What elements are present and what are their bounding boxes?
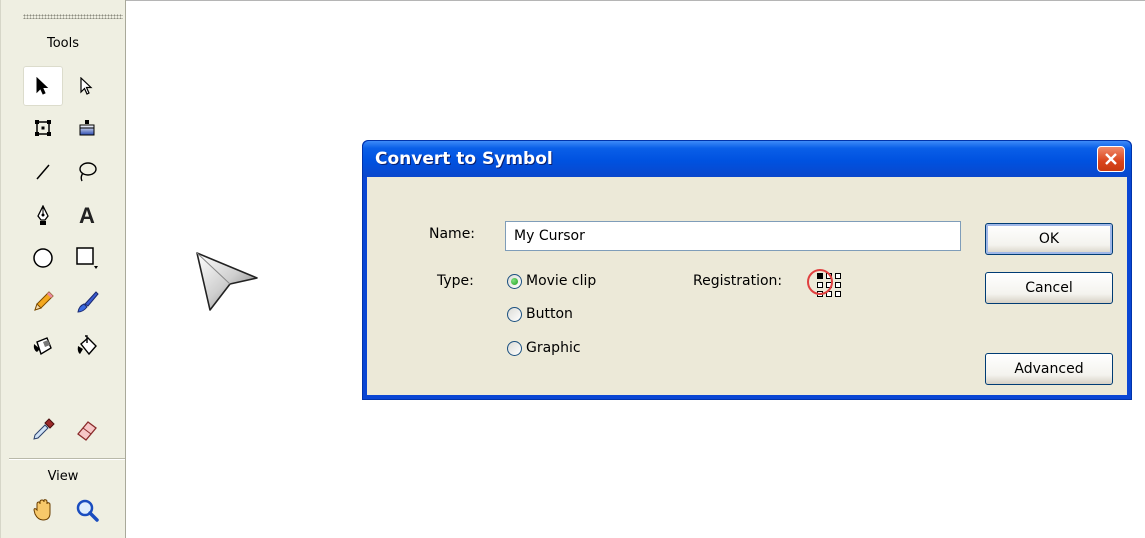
line-icon: [36, 164, 50, 180]
free-transform-tool-button[interactable]: [23, 108, 63, 148]
pencil-tool-button[interactable]: [23, 282, 63, 322]
convert-to-symbol-dialog: Convert to Symbol Name: My Cursor Type: …: [362, 140, 1132, 400]
gradient-transform-icon: [79, 120, 95, 136]
radio-label: Graphic: [526, 340, 581, 356]
pen-tool-button[interactable]: [23, 196, 63, 236]
oval-icon: [33, 248, 53, 268]
registration-point-top-right[interactable]: [835, 273, 841, 279]
pen-icon: [37, 205, 49, 225]
dialog-title: Convert to Symbol: [375, 149, 553, 169]
close-icon: [1105, 153, 1117, 165]
tools-panel: Tools A View: [0, 0, 126, 538]
hand-icon: [33, 499, 51, 521]
eraser-icon: [77, 421, 97, 441]
lasso-tool-button[interactable]: [67, 152, 107, 192]
rectangle-tool-button[interactable]: [67, 238, 107, 278]
paint-bucket-icon: [77, 335, 97, 356]
name-label: Name:: [429, 226, 476, 242]
text-tool-button[interactable]: A: [67, 196, 107, 236]
brush-icon: [77, 291, 99, 313]
lasso-icon: [79, 162, 97, 182]
gradient-transform-tool-button[interactable]: [67, 108, 107, 148]
line-tool-button[interactable]: [23, 152, 63, 192]
close-button[interactable]: [1097, 146, 1125, 172]
zoom-tool-button[interactable]: [67, 490, 107, 530]
stage-top-border: [125, 0, 1145, 1]
panel-grip[interactable]: [23, 14, 123, 19]
radio-selected-icon: [507, 273, 522, 289]
radio-unselected-icon: [507, 306, 522, 322]
oval-tool-button[interactable]: [23, 238, 63, 278]
registration-label: Registration:: [693, 273, 783, 289]
type-radio-button[interactable]: Button: [507, 306, 573, 322]
subselection-tool-button[interactable]: [67, 66, 107, 106]
cursor-arrow-icon: [196, 252, 258, 311]
radio-unselected-icon: [507, 340, 522, 356]
radio-label: Movie clip: [526, 273, 597, 289]
zoom-icon: [76, 499, 99, 522]
hand-tool-button[interactable]: [23, 490, 63, 530]
brush-tool-button[interactable]: [67, 282, 107, 322]
eraser-tool-button[interactable]: [67, 410, 107, 450]
panel-divider: [9, 458, 125, 460]
type-radio-movie-clip[interactable]: Movie clip: [507, 273, 596, 289]
registration-point-middle-right[interactable]: [835, 282, 841, 288]
view-panel-title: View: [47, 469, 79, 484]
ink-bottle-tool-button[interactable]: [23, 326, 63, 366]
ink-bottle-icon: [33, 337, 52, 356]
eyedropper-icon: [33, 418, 55, 440]
tools-panel-title: Tools: [46, 36, 80, 51]
text-icon: A: [79, 203, 95, 228]
arrow-hollow-icon: [80, 77, 93, 95]
arrow-filled-icon: [36, 77, 49, 95]
dialog-titlebar[interactable]: Convert to Symbol: [363, 141, 1131, 177]
pencil-icon: [34, 291, 54, 311]
free-transform-icon: [35, 120, 51, 136]
paint-bucket-tool-button[interactable]: [67, 326, 107, 366]
eyedropper-tool-button[interactable]: [23, 410, 63, 450]
dialog-body: Name: My Cursor Type: Movie clip Button …: [367, 177, 1127, 395]
registration-highlight-circle: [807, 269, 833, 295]
ok-button[interactable]: OK: [985, 223, 1113, 255]
type-label: Type:: [437, 273, 474, 289]
type-radio-graphic[interactable]: Graphic: [507, 340, 581, 356]
rectangle-icon: [76, 247, 98, 269]
cancel-button[interactable]: Cancel: [985, 272, 1113, 304]
selection-tool-button[interactable]: [23, 66, 63, 106]
advanced-button[interactable]: Advanced: [985, 353, 1113, 385]
radio-label: Button: [526, 306, 573, 322]
registration-point-bottom-right[interactable]: [835, 291, 841, 297]
stage-cursor-graphic[interactable]: [194, 250, 260, 318]
symbol-name-input[interactable]: My Cursor: [505, 221, 961, 251]
